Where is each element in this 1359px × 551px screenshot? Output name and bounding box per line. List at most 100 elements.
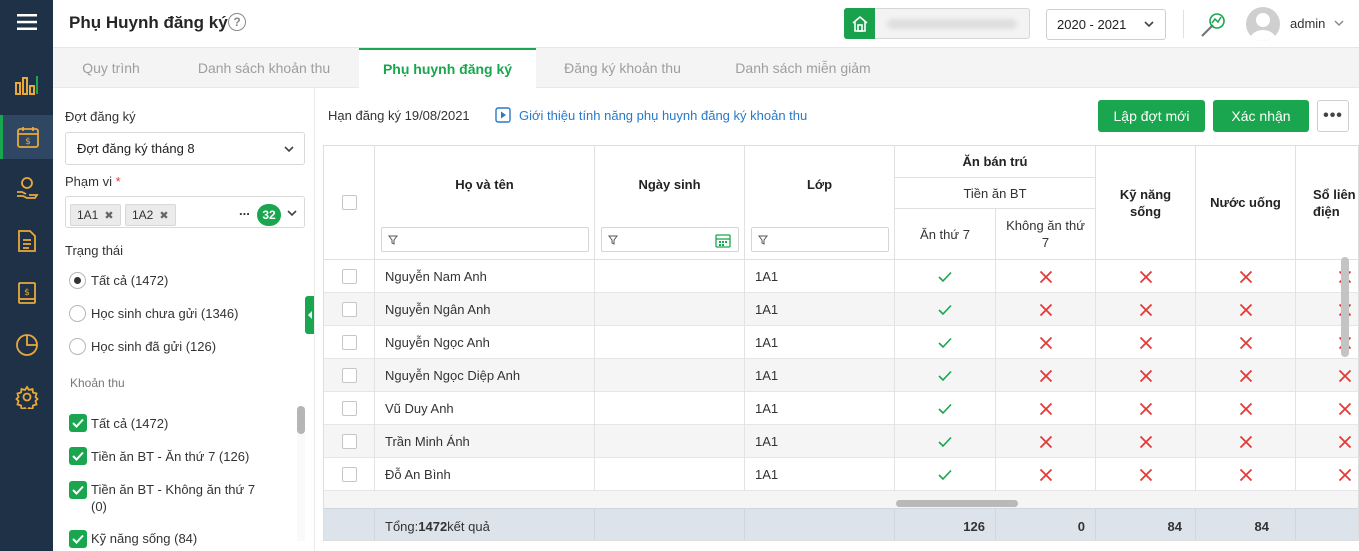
- calendar-icon[interactable]: [715, 233, 731, 248]
- cell-nosat[interactable]: [996, 458, 1096, 491]
- cell-contact[interactable]: [1296, 293, 1358, 326]
- horizontal-scrollbar[interactable]: [896, 500, 1018, 507]
- cell-water[interactable]: [1196, 458, 1296, 491]
- year-select[interactable]: 2020 - 2021: [1046, 9, 1166, 40]
- cell-contact[interactable]: [1296, 326, 1358, 359]
- row-checkbox[interactable]: [341, 302, 357, 317]
- tab-parent-registration[interactable]: Phụ huynh đăng ký: [359, 48, 536, 88]
- new-period-button[interactable]: Lập đợt mới: [1098, 100, 1205, 132]
- header-skills[interactable]: Kỹ năng sống: [1096, 146, 1196, 260]
- row-checkbox[interactable]: [341, 368, 357, 383]
- cell-sat[interactable]: [895, 260, 996, 293]
- fee-option-label[interactable]: Tất cả (1472): [91, 415, 168, 432]
- cell-sat[interactable]: [895, 326, 996, 359]
- cell-sat[interactable]: [895, 458, 996, 491]
- cell-skills[interactable]: [1096, 359, 1196, 392]
- status-radio-all[interactable]: [69, 272, 86, 289]
- status-radio-not-sent[interactable]: [69, 305, 86, 322]
- avatar[interactable]: [1246, 7, 1280, 41]
- dob-filter-input[interactable]: [601, 227, 739, 252]
- filter-scrollbar[interactable]: [297, 406, 305, 541]
- close-icon[interactable]: ✖: [159, 209, 168, 222]
- fee-checkbox-all[interactable]: [69, 414, 87, 432]
- scope-multiselect[interactable]: 1A1 ✖ 1A2 ✖ ... 32: [65, 196, 305, 228]
- period-select[interactable]: Đợt đăng ký tháng 8: [65, 132, 305, 165]
- book-money-icon[interactable]: $: [0, 271, 53, 315]
- status-option-label[interactable]: Học sinh đã gửi (126): [91, 339, 216, 354]
- fee-checkbox-nosat[interactable]: [69, 481, 87, 499]
- pie-chart-icon[interactable]: [0, 323, 53, 367]
- header-contact[interactable]: Sổ liên điện: [1296, 146, 1358, 260]
- cell-skills[interactable]: [1096, 293, 1196, 326]
- cell-contact[interactable]: [1296, 458, 1358, 491]
- status-radio-sent[interactable]: [69, 338, 86, 355]
- more-options-button[interactable]: •••: [1317, 100, 1349, 132]
- cell-skills[interactable]: [1096, 425, 1196, 458]
- question-circle-icon[interactable]: ?: [228, 13, 246, 31]
- cell-contact[interactable]: [1296, 359, 1358, 392]
- header-nosat[interactable]: Không ăn thứ 7: [996, 209, 1096, 260]
- cell-nosat[interactable]: [996, 260, 1096, 293]
- cell-skills[interactable]: [1096, 392, 1196, 425]
- status-option-label[interactable]: Học sinh chưa gửi (1346): [91, 306, 238, 321]
- cell-skills[interactable]: [1096, 326, 1196, 359]
- intro-link[interactable]: Giới thiệu tính năng phụ huynh đăng ký k…: [495, 107, 807, 123]
- table-row[interactable]: Nguyễn Ngọc Diệp Anh 1A1: [324, 359, 1358, 392]
- table-row[interactable]: Nguyễn Nam Anh 1A1: [324, 260, 1358, 293]
- fee-option-label[interactable]: Kỹ năng sống (84): [91, 530, 197, 547]
- cell-water[interactable]: [1196, 293, 1296, 326]
- cell-water[interactable]: [1196, 359, 1296, 392]
- tab-fee-registration[interactable]: Đăng ký khoản thu: [536, 48, 709, 88]
- gear-icon[interactable]: [0, 375, 53, 419]
- name-filter-input[interactable]: [381, 227, 589, 252]
- row-checkbox[interactable]: [341, 434, 357, 449]
- table-row[interactable]: Trần Minh Ánh 1A1: [324, 425, 1358, 458]
- cell-contact[interactable]: [1296, 425, 1358, 458]
- cell-nosat[interactable]: [996, 293, 1096, 326]
- tab-fee-list[interactable]: Danh sách khoản thu: [169, 48, 359, 88]
- cell-skills[interactable]: [1096, 458, 1196, 491]
- cell-skills[interactable]: [1096, 260, 1196, 293]
- status-option-label[interactable]: Tất cả (1472): [91, 273, 168, 288]
- header-sat[interactable]: Ăn thứ 7: [895, 209, 996, 260]
- fee-checkbox-sat[interactable]: [69, 447, 87, 465]
- class-filter-input[interactable]: [751, 227, 889, 252]
- chart-bar-icon[interactable]: [0, 63, 53, 107]
- cell-sat[interactable]: [895, 293, 996, 326]
- menu-icon[interactable]: [0, 0, 53, 44]
- row-checkbox[interactable]: [341, 335, 357, 350]
- table-row[interactable]: Nguyễn Ngân Anh 1A1: [324, 293, 1358, 326]
- scrollbar-thumb[interactable]: [297, 406, 305, 434]
- row-checkbox[interactable]: [341, 401, 357, 416]
- document-icon[interactable]: [0, 219, 53, 263]
- cell-water[interactable]: [1196, 260, 1296, 293]
- row-checkbox[interactable]: [341, 467, 357, 482]
- cell-contact[interactable]: [1296, 260, 1358, 293]
- chevron-down-icon[interactable]: [1333, 17, 1345, 29]
- table-row[interactable]: Nguyễn Ngọc Anh 1A1: [324, 326, 1358, 359]
- cell-water[interactable]: [1196, 392, 1296, 425]
- header-water[interactable]: Nước uống: [1196, 146, 1296, 260]
- fee-checkbox-skills[interactable]: [69, 530, 87, 548]
- cell-sat[interactable]: [895, 425, 996, 458]
- vertical-scrollbar[interactable]: [1341, 257, 1349, 357]
- cell-sat[interactable]: [895, 359, 996, 392]
- cell-sat[interactable]: [895, 392, 996, 425]
- fee-option-label[interactable]: Tiền ăn BT - Không ăn thứ 7 (0): [91, 481, 256, 515]
- table-row[interactable]: Đỗ An Bình 1A1: [324, 458, 1358, 491]
- cell-water[interactable]: [1196, 326, 1296, 359]
- cell-water[interactable]: [1196, 425, 1296, 458]
- cell-nosat[interactable]: [996, 425, 1096, 458]
- user-name[interactable]: admin: [1290, 16, 1325, 31]
- calendar-money-icon[interactable]: $: [0, 115, 53, 159]
- row-checkbox[interactable]: [341, 269, 357, 284]
- select-all-checkbox[interactable]: [341, 195, 357, 210]
- school-selector[interactable]: [844, 8, 1030, 39]
- cell-nosat[interactable]: [996, 326, 1096, 359]
- confirm-button[interactable]: Xác nhận: [1213, 100, 1309, 132]
- table-row[interactable]: Vũ Duy Anh 1A1: [324, 392, 1358, 425]
- cell-nosat[interactable]: [996, 392, 1096, 425]
- hand-coin-icon[interactable]: [0, 167, 53, 211]
- fee-option-label[interactable]: Tiền ăn BT - Ăn thứ 7 (126): [91, 448, 249, 465]
- cell-contact[interactable]: [1296, 392, 1358, 425]
